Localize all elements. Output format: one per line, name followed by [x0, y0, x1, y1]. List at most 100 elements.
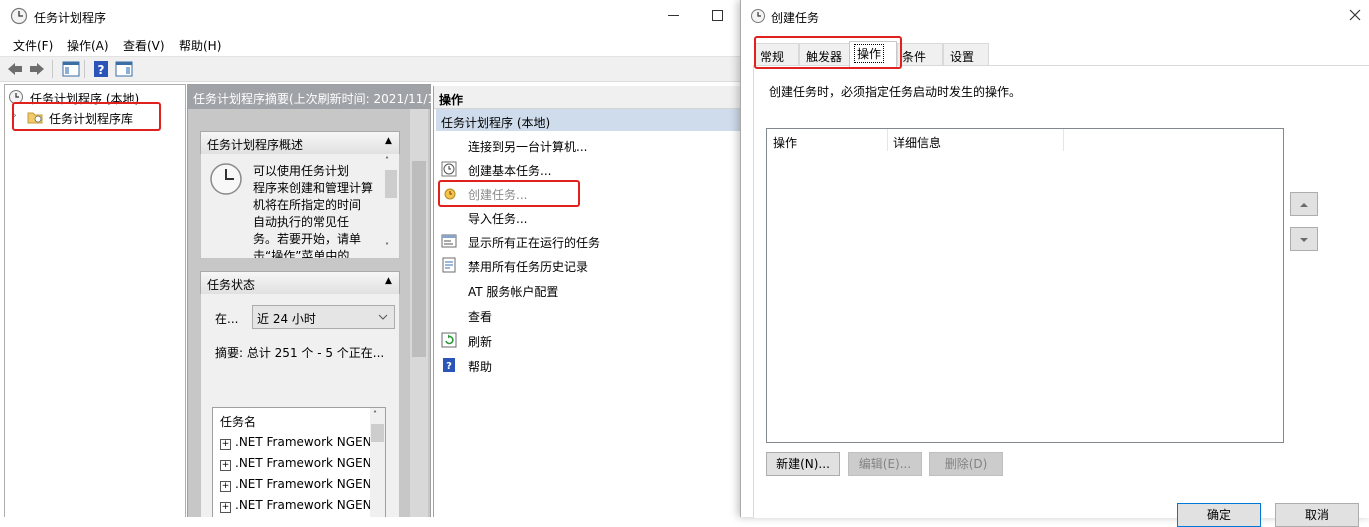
tab-label: 触发器 [806, 50, 843, 64]
overview-line: 击“操作”菜单中的 [253, 249, 350, 259]
task-name: .NET Framework NGEN · [235, 477, 380, 491]
expand-plus-icon[interactable]: + [220, 502, 231, 513]
collapse-icon[interactable]: ▲ [385, 136, 392, 146]
new-action-button[interactable]: 新建(N)... [766, 452, 840, 476]
scroll-thumb[interactable] [371, 424, 384, 442]
close-icon[interactable] [1349, 9, 1361, 21]
scroll-up-icon[interactable]: ˄ [385, 156, 389, 165]
triangle-up-icon [1300, 203, 1308, 207]
ok-button[interactable]: 确定 [1177, 503, 1261, 527]
svg-text:?: ? [446, 361, 452, 372]
tab-label: 条件 [902, 50, 927, 64]
table-row[interactable]: + .NET Framework NGEN · [220, 477, 379, 492]
action-refresh[interactable]: 刷新 [438, 328, 738, 352]
forward-arrow-icon[interactable] [28, 60, 46, 78]
tab-label: 常规 [760, 50, 785, 64]
tab-general[interactable]: 常规 [755, 43, 799, 66]
scroll-down-icon[interactable]: ˅ [385, 242, 389, 251]
status-section-body: 在... 近 24 小时 摘要: 总计 251 个 - 5 个正在... 任务名… [200, 294, 400, 517]
action-create-basic-task[interactable]: 创建基本任务... [438, 157, 738, 181]
action-label: 帮助 [468, 360, 493, 374]
cancel-button[interactable]: 取消 [1275, 503, 1359, 527]
help-icon[interactable]: ? [92, 60, 110, 78]
action-connect[interactable]: 连接到另一台计算机... [438, 133, 738, 157]
menu-file[interactable]: 文件(F) [13, 37, 53, 54]
table-row[interactable]: + .NET Framework NGEN · [220, 498, 379, 513]
table-row[interactable]: + .NET Framework NGEN · [220, 435, 379, 450]
running-tasks-icon [441, 234, 457, 248]
title-bar: 任务计划程序 [0, 0, 745, 32]
task-list-scrollbar[interactable]: ˄ [370, 408, 385, 517]
clock-icon [10, 7, 28, 25]
action-label: 刷新 [468, 335, 493, 349]
list-header: 操作 详细信息 [767, 129, 1283, 152]
move-down-button[interactable] [1290, 227, 1318, 251]
minimize-button[interactable] [668, 15, 679, 16]
table-row[interactable]: + .NET Framework NGEN · [220, 456, 379, 471]
tree-root-label[interactable]: 任务计划程序 (本地) [30, 90, 139, 107]
triangle-down-icon [1300, 238, 1308, 242]
toolbar-separator [52, 60, 53, 78]
expand-plus-icon[interactable]: + [220, 460, 231, 471]
tab-label: 设置 [950, 50, 975, 64]
action-label: AT 服务帐户配置 [468, 285, 559, 299]
column-header-action[interactable]: 操作 [773, 134, 797, 151]
tree-item-task-library[interactable]: 任务计划程序库 [49, 110, 133, 127]
refresh-icon [441, 332, 457, 348]
menu-action[interactable]: 操作(A) [67, 37, 109, 54]
actions-header: 操作 [434, 86, 745, 109]
history-icon [442, 257, 456, 273]
action-disable-history[interactable]: 禁用所有任务历史记录 [438, 253, 738, 277]
actions-list: 操作 详细信息 [766, 128, 1284, 443]
action-label: 查看 [468, 310, 493, 324]
action-pane-icon[interactable] [115, 60, 133, 78]
expand-plus-icon[interactable]: + [220, 439, 231, 450]
console-tree: 任务计划程序 (本地) › 任务计划程序库 [4, 84, 186, 517]
action-show-running[interactable]: 显示所有正在运行的任务 [438, 229, 738, 253]
task-name-column-header[interactable]: 任务名 [220, 413, 256, 430]
action-label: 创建任务... [468, 188, 528, 202]
expand-arrow-icon[interactable]: › [13, 111, 17, 121]
tab-triggers[interactable]: 触发器 [799, 43, 851, 66]
column-header-details[interactable]: 详细信息 [893, 134, 941, 151]
overview-line: 务。若要开始，请单 [253, 232, 362, 246]
scroll-thumb[interactable] [412, 161, 426, 357]
collapse-icon[interactable]: ▲ [385, 276, 392, 286]
maximize-button[interactable] [712, 10, 723, 21]
console-tree-icon[interactable] [62, 60, 80, 78]
range-label: 在... [215, 312, 239, 326]
action-at-service[interactable]: AT 服务帐户配置 [438, 278, 738, 302]
back-arrow-icon[interactable] [6, 60, 24, 78]
tab-content: 创建任务时，必须指定任务启动时发生的操作。 操作 详细信息 新建(N)... 编… [753, 65, 1369, 518]
summary-header: 任务计划程序摘要(上次刷新时间: 2021/11/1 [188, 85, 435, 109]
tab-actions[interactable]: 操作 [849, 41, 897, 67]
overview-scrollbar[interactable]: ˄ ˅ [384, 154, 398, 258]
move-up-button[interactable] [1290, 192, 1318, 216]
action-help[interactable]: ? 帮助 [438, 353, 738, 377]
toolbar: ? [0, 56, 745, 82]
action-view[interactable]: 查看 [438, 303, 738, 327]
task-name: .NET Framework NGEN · [235, 435, 380, 449]
scroll-thumb[interactable] [385, 170, 397, 198]
button-label: 新建(N)... [776, 457, 830, 471]
expand-plus-icon[interactable]: + [220, 481, 231, 492]
actions-group-header[interactable]: 任务计划程序 (本地) [436, 109, 745, 131]
help-icon: ? [443, 358, 455, 372]
create-task-dialog: 创建任务 常规 触发器 操作 条件 设置 创建任务时，必须指定任务启动时发生的操… [740, 0, 1369, 527]
action-label: 导入任务... [468, 212, 528, 226]
status-section-header[interactable]: 任务状态 ▲ [200, 271, 400, 295]
summary-scrollbar[interactable] [410, 109, 428, 517]
menu-view[interactable]: 查看(V) [123, 37, 165, 54]
action-create-task[interactable]: 创建任务... [438, 181, 738, 205]
overview-section-header[interactable]: 任务计划程序概述 ▲ [200, 131, 400, 155]
edit-action-button[interactable]: 编辑(E)... [848, 452, 922, 476]
tab-conditions[interactable]: 条件 [897, 43, 943, 66]
tab-settings[interactable]: 设置 [943, 43, 989, 66]
range-select[interactable]: 近 24 小时 [252, 305, 395, 329]
scroll-up-icon[interactable]: ˄ [373, 410, 377, 419]
action-import-task[interactable]: 导入任务... [438, 205, 738, 229]
window-title: 任务计划程序 [34, 11, 107, 25]
delete-action-button[interactable]: 删除(D) [929, 452, 1003, 476]
menu-help[interactable]: 帮助(H) [179, 37, 221, 54]
actions-header-title: 操作 [439, 93, 464, 107]
